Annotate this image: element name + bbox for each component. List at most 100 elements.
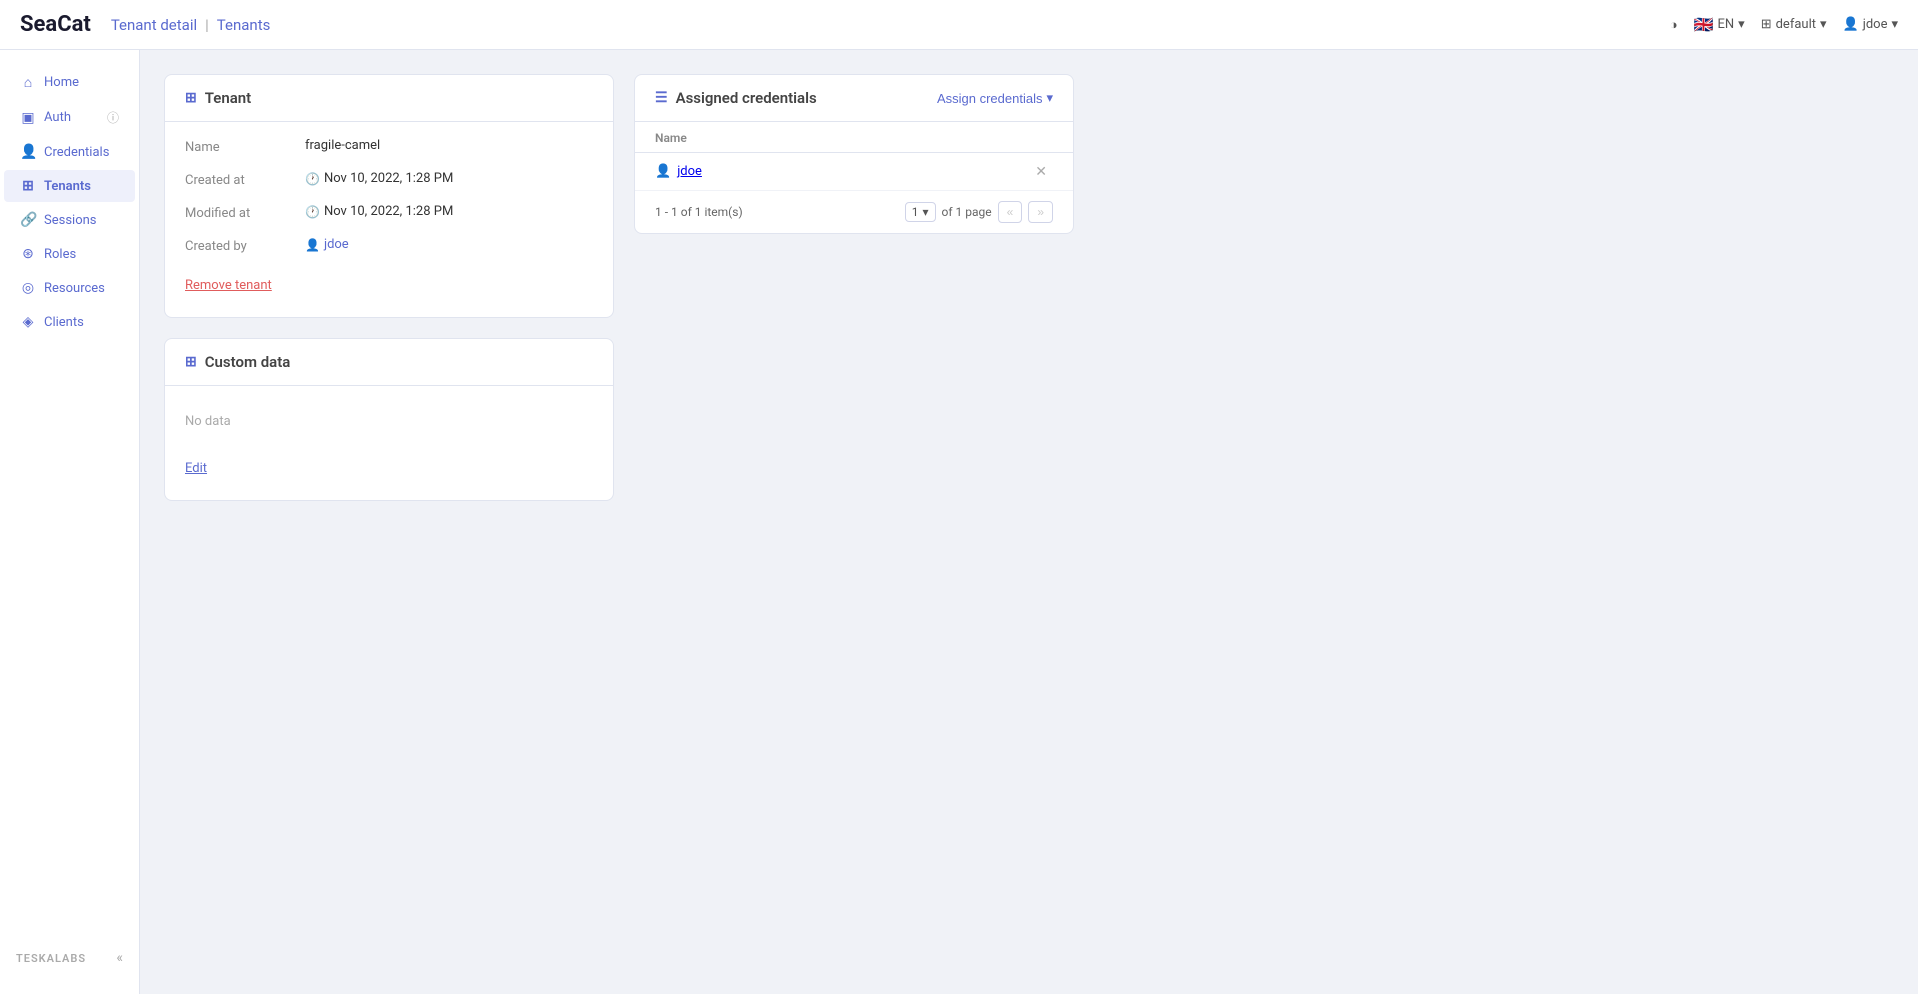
assign-credentials-button[interactable]: Assign credentials ▾ [937,90,1053,106]
sidebar-icon-credentials: 👤 [20,144,36,160]
sidebar-icon-auth: ▣ [20,110,36,126]
sidebar-item-tenants[interactable]: ⊞ Tenants [4,170,135,202]
field-created-by: Created by 👤 jdoe [185,237,593,254]
edit-button[interactable]: Edit [185,453,207,484]
sidebar-label-resources: Resources [44,281,105,296]
field-name-label: Name [185,138,305,155]
workspace-selector[interactable]: ⊞ default ▾ [1761,17,1827,32]
clock-icon: 🕐 [305,172,320,186]
contrast-icon: ◑ [1670,17,1678,33]
cards-row: ⊞ Tenant Name fragile-camel Created at 🕐 [164,74,1894,501]
credential-user-icon: 👤 [655,164,671,179]
layout: ⌂ Home ▣ Auth ⓘ👤 Credentials ⊞ Tenants 🔗… [0,50,1918,994]
sidebar-label-tenants: Tenants [44,179,91,194]
credentials-table: Name 👤 jdoe ✕ 1 - 1 of 1 item(s) [635,122,1073,233]
credentials-table-header: Name [635,122,1073,153]
sidebar-icon-tenants: ⊞ [20,178,36,194]
sidebar-icon-sessions: 🔗 [20,212,36,228]
sidebar-label-credentials: Credentials [44,145,109,160]
credential-name: 👤 jdoe [655,164,702,179]
pagination-controls: 1 ▾ of 1 page « » [905,201,1053,223]
lang-label: EN [1717,17,1734,32]
page-select-arrow: ▾ [923,205,929,219]
sidebar-item-credentials[interactable]: 👤 Credentials [4,136,135,168]
topnav: SeaCat Tenant detail | Tenants ◑ 🇬🇧 EN ▾… [0,0,1918,50]
tenant-card-title: Tenant [205,89,251,107]
user-icon: 👤 [1843,17,1859,32]
first-page-button[interactable]: « [998,201,1023,223]
language-selector[interactable]: 🇬🇧 EN ▾ [1694,15,1745,34]
app-logo: SeaCat [20,12,91,37]
of-page-text: of 1 page [942,205,992,219]
grid-icon: ⊞ [1761,17,1772,32]
credentials-header-icon: ☰ [655,90,668,106]
assign-credentials-label: Assign credentials [937,91,1043,106]
pagination-info: 1 - 1 of 1 item(s) [655,205,743,219]
credential-row: 👤 jdoe ✕ [635,153,1073,191]
sidebar-bottom: TeskaLabs « [0,938,139,978]
field-modified-at-label: Modified at [185,204,305,221]
page-title: Tenant detail [111,16,197,34]
field-name: Name fragile-camel [185,138,593,155]
sidebar-collapse-button[interactable]: « [116,950,123,966]
tenant-card-body: Name fragile-camel Created at 🕐 Nov 10, … [165,122,613,317]
created-by-link[interactable]: jdoe [324,237,349,252]
sidebar-item-clients[interactable]: ◈ Clients [4,306,135,338]
sidebar-item-auth[interactable]: ▣ Auth ⓘ [4,101,135,134]
user-menu[interactable]: 👤 jdoe ▾ [1843,17,1898,32]
sidebar-icon-home: ⌂ [20,74,36,91]
sidebar-item-resources[interactable]: ◎ Resources [4,272,135,304]
sidebar-icon-clients: ◈ [20,314,36,330]
field-created-by-label: Created by [185,237,305,254]
tenant-header-icon: ⊞ [185,90,197,106]
custom-data-title: Custom data [205,353,291,371]
sidebar-item-roles[interactable]: ⊛ Roles [4,238,135,270]
last-page-button[interactable]: » [1028,201,1053,223]
sidebar-label-clients: Clients [44,315,84,330]
sidebar-item-home[interactable]: ⌂ Home [4,66,135,99]
field-created-at: Created at 🕐 Nov 10, 2022, 1:28 PM [185,171,593,188]
sidebar-label-sessions: Sessions [44,213,97,228]
sidebar-logo: TeskaLabs [16,952,86,965]
page-select[interactable]: 1 ▾ [905,202,936,222]
sidebar-item-sessions[interactable]: 🔗 Sessions [4,204,135,236]
contrast-toggle[interactable]: ◑ [1670,17,1678,33]
tenant-card-header: ⊞ Tenant [165,75,613,122]
breadcrumb: Tenant detail | Tenants [111,16,271,34]
credentials-pagination: 1 - 1 of 1 item(s) 1 ▾ of 1 page « » [635,191,1073,233]
lang-arrow: ▾ [1738,17,1745,32]
field-modified-at-value: 🕐 Nov 10, 2022, 1:28 PM [305,204,453,219]
field-name-value: fragile-camel [305,138,380,153]
credential-link[interactable]: jdoe [677,164,702,179]
field-modified-at: Modified at 🕐 Nov 10, 2022, 1:28 PM [185,204,593,221]
sidebar-label-roles: Roles [44,247,76,262]
sidebar-nav: ⌂ Home ▣ Auth ⓘ👤 Credentials ⊞ Tenants 🔗… [0,66,139,338]
remove-credential-button[interactable]: ✕ [1029,161,1053,182]
main-content: ⊞ Tenant Name fragile-camel Created at 🕐 [140,50,1918,994]
custom-data-body: No data Edit [165,386,613,500]
sidebar-label-home: Home [44,75,79,90]
user-icon-small: 👤 [305,238,320,252]
sidebar-label-auth: Auth [44,110,71,125]
credentials-card-title: Assigned credentials [676,89,817,107]
tenant-card: ⊞ Tenant Name fragile-camel Created at 🕐 [164,74,614,318]
assign-credentials-arrow: ▾ [1046,90,1053,106]
user-label: jdoe [1863,17,1888,32]
credentials-col-name: Name [655,131,687,145]
no-data-text: No data [185,402,593,453]
field-created-by-value: 👤 jdoe [305,237,349,252]
custom-data-card: ⊞ Custom data No data Edit [164,338,614,501]
sidebar-icon-roles: ⊛ [20,246,36,262]
user-arrow: ▾ [1891,17,1898,32]
workspace-arrow: ▾ [1820,17,1827,32]
modified-at-text: Nov 10, 2022, 1:28 PM [324,204,453,219]
flag-icon: 🇬🇧 [1694,15,1714,34]
auth-info-icon[interactable]: ⓘ [107,109,119,126]
sidebar: ⌂ Home ▣ Auth ⓘ👤 Credentials ⊞ Tenants 🔗… [0,50,140,994]
breadcrumb-parent-link[interactable]: Tenants [217,16,271,34]
sidebar-icon-resources: ◎ [20,280,36,296]
breadcrumb-separator: | [205,16,209,34]
current-page: 1 [912,205,919,219]
field-created-at-label: Created at [185,171,305,188]
remove-tenant-button[interactable]: Remove tenant [185,270,272,301]
